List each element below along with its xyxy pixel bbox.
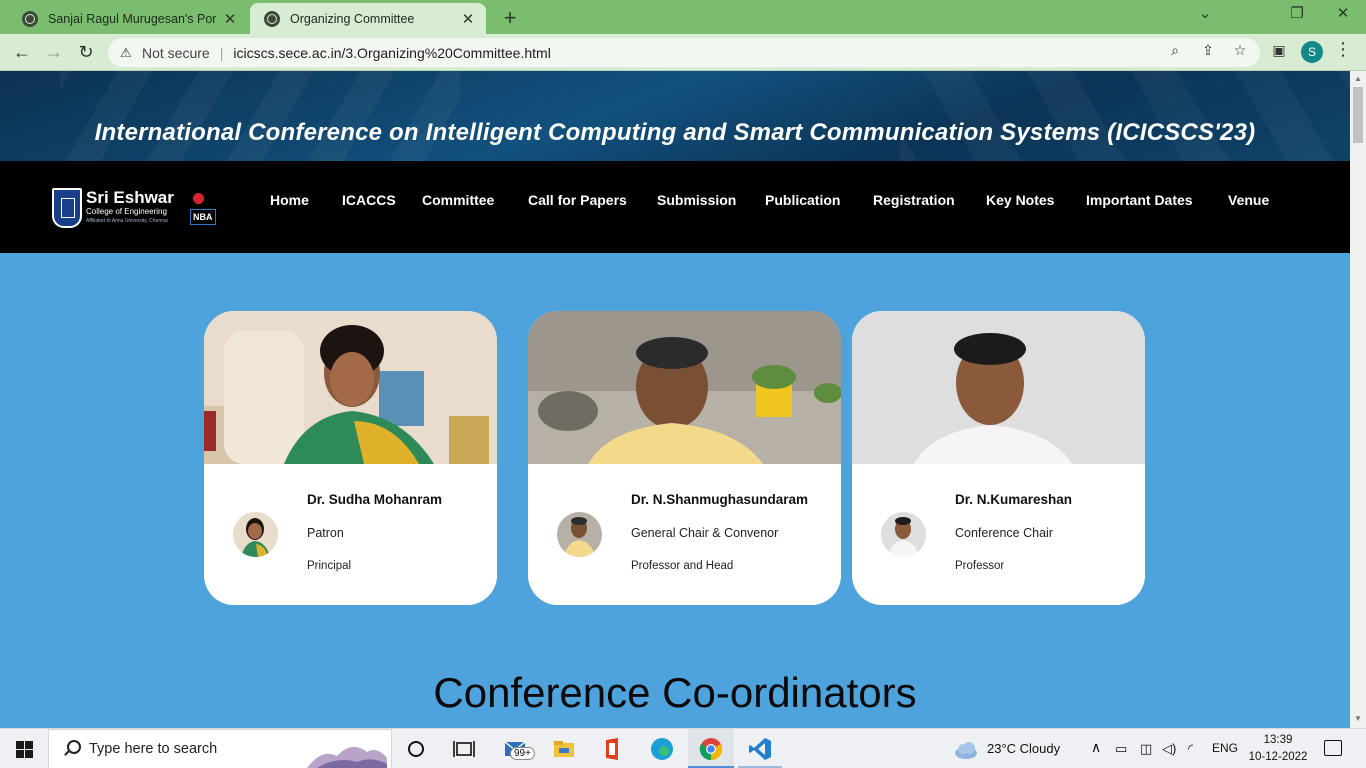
logo-subtitle: College of Engineering	[86, 207, 167, 216]
edge-browser-icon[interactable]	[648, 735, 676, 763]
meet-now-icon[interactable]: ◫	[1140, 741, 1152, 757]
search-icon	[63, 740, 81, 758]
notification-icon[interactable]	[1324, 740, 1342, 756]
member-photo	[528, 311, 841, 464]
windows-start-icon[interactable]	[16, 741, 33, 758]
close-icon[interactable]: ✕	[222, 10, 238, 28]
nav-publication[interactable]: Publication	[765, 192, 840, 208]
member-name: Dr. N.Kumareshan	[955, 492, 1073, 507]
office-icon[interactable]	[598, 735, 626, 763]
task-view-icon[interactable]	[450, 735, 478, 763]
warning-icon[interactable]: ⚠	[120, 45, 136, 61]
chevron-up-icon[interactable]: ∧	[1091, 739, 1101, 756]
avatar	[557, 512, 602, 557]
browser-tab-strip: Sanjai Ragul Murugesan's Portfolio ✕ Org…	[0, 0, 1366, 34]
member-role: Conference Chair	[955, 526, 1053, 540]
member-card: Dr. N.Kumareshan Conference Chair Profes…	[852, 311, 1145, 605]
globe-icon	[22, 10, 38, 27]
side-panel-icon[interactable]: ▣	[1270, 42, 1288, 59]
mail-badge: 99+	[510, 747, 535, 760]
member-designation: Professor	[955, 560, 1005, 572]
member-designation: Professor and Head	[631, 560, 734, 572]
member-role: Patron	[307, 526, 344, 540]
system-clock[interactable]: 13:39 10-12-2022	[1248, 732, 1308, 766]
section-heading: Conference Co-ordinators	[433, 669, 917, 716]
member-designation: Principal	[307, 560, 352, 572]
nav-key-notes[interactable]: Key Notes	[986, 192, 1054, 208]
search-highlight-illustration	[307, 746, 387, 768]
profile-avatar[interactable]: S	[1301, 41, 1323, 63]
header-banner: International Conference on Intelligent …	[0, 71, 1350, 161]
reload-icon[interactable]: ↻	[73, 40, 99, 66]
scroll-up-icon[interactable]: ▲	[1350, 74, 1366, 83]
emblem-icon	[193, 193, 204, 204]
member-role: General Chair & Convenor	[631, 526, 779, 540]
back-arrow-icon[interactable]: ←	[9, 40, 35, 66]
clock-date: 10-12-2022	[1248, 751, 1308, 763]
member-photo	[204, 311, 497, 464]
wifi-icon[interactable]: ◜	[1188, 741, 1193, 757]
battery-icon[interactable]: ▭	[1115, 741, 1127, 757]
nav-committee[interactable]: Committee	[422, 192, 494, 208]
tab-portfolio[interactable]: Sanjai Ragul Murugesan's Portfolio ✕	[8, 3, 248, 34]
nav-call-for-papers[interactable]: Call for Papers	[528, 192, 627, 208]
college-logo[interactable]: Sri Eshwar College of Engineering Affili…	[52, 188, 216, 230]
nav-important-dates[interactable]: Important Dates	[1086, 192, 1193, 208]
nav-home[interactable]: Home	[270, 192, 309, 208]
kebab-menu-icon[interactable]: ⋮	[1334, 40, 1352, 58]
nba-badge: NBA	[190, 209, 216, 225]
member-name: Dr. N.Shanmughasundaram	[631, 492, 809, 507]
logo-name: Sri Eshwar	[86, 188, 174, 207]
clock-time: 13:39	[1263, 734, 1293, 746]
avatar	[881, 512, 926, 557]
nav-venue[interactable]: Venue	[1228, 192, 1269, 208]
weather-text[interactable]: 23°C Cloudy	[987, 741, 1060, 756]
speaker-icon[interactable]: ◁)	[1162, 741, 1176, 757]
scroll-down-icon[interactable]: ▼	[1350, 714, 1366, 723]
security-label[interactable]: Not secure	[142, 45, 210, 61]
windows-taskbar: Type here to search 99+ 23°C Cloudy ∧ ▭ …	[0, 728, 1366, 768]
search-placeholder: Type here to search	[89, 741, 218, 757]
member-card: Dr. N.Shanmughasundaram General Chair & …	[528, 311, 841, 605]
bookmark-star-icon[interactable]: ☆	[1231, 42, 1249, 59]
taskbar-search-input[interactable]: Type here to search	[48, 729, 392, 768]
share-icon[interactable]: ⇪	[1199, 42, 1217, 59]
new-tab-button[interactable]: +	[498, 5, 522, 31]
vscode-icon[interactable]	[746, 735, 774, 763]
globe-icon	[264, 10, 280, 27]
close-window-icon[interactable]: ✕	[1331, 4, 1355, 22]
member-name: Dr. Sudha Mohanram	[307, 492, 443, 507]
language-indicator[interactable]: ENG	[1212, 741, 1238, 755]
logo-affiliation: Affiliated to Anna University, Chennai	[86, 218, 168, 224]
main-navbar: Sri Eshwar College of Engineering Affili…	[0, 161, 1350, 253]
member-card: Dr. Sudha Mohanram Patron Principal	[204, 311, 497, 605]
close-icon[interactable]: ✕	[460, 10, 476, 28]
avatar	[233, 512, 278, 557]
tab-title: Sanjai Ragul Murugesan's Portfolio	[48, 11, 216, 26]
tab-organizing-committee[interactable]: Organizing Committee ✕	[250, 3, 486, 34]
cortana-icon[interactable]	[402, 735, 430, 763]
browser-toolbar: ← → ↻ ⚠ Not secure | icicscs.sece.ac.in/…	[0, 34, 1366, 71]
restore-window-icon[interactable]: ❐	[1285, 4, 1309, 22]
chrome-icon[interactable]	[697, 735, 725, 763]
forward-arrow-icon[interactable]: →	[41, 40, 67, 66]
conference-title: International Conference on Intelligent …	[94, 119, 1256, 146]
nav-submission[interactable]: Submission	[657, 192, 736, 208]
zoom-search-icon[interactable]: ⌕	[1166, 42, 1184, 59]
nav-icaccs[interactable]: ICACCS	[342, 192, 396, 208]
tab-search-chevron-icon[interactable]: ⌄	[1193, 4, 1217, 22]
member-photo	[852, 311, 1145, 464]
page-scrollbar[interactable]: ▲ ▼	[1350, 71, 1366, 728]
web-page: International Conference on Intelligent …	[0, 71, 1350, 728]
address-bar[interactable]: ⚠ Not secure | icicscs.sece.ac.in/3.Orga…	[108, 38, 1260, 67]
url-text[interactable]: icicscs.sece.ac.in/3.Organizing%20Commit…	[233, 45, 550, 61]
cloud-weather-icon[interactable]	[952, 736, 980, 764]
nav-registration[interactable]: Registration	[873, 192, 955, 208]
scrollbar-thumb[interactable]	[1353, 87, 1363, 143]
divider: |	[219, 44, 224, 61]
shield-icon	[52, 188, 82, 228]
tab-title: Organizing Committee	[290, 11, 415, 26]
file-explorer-icon[interactable]	[550, 735, 578, 763]
